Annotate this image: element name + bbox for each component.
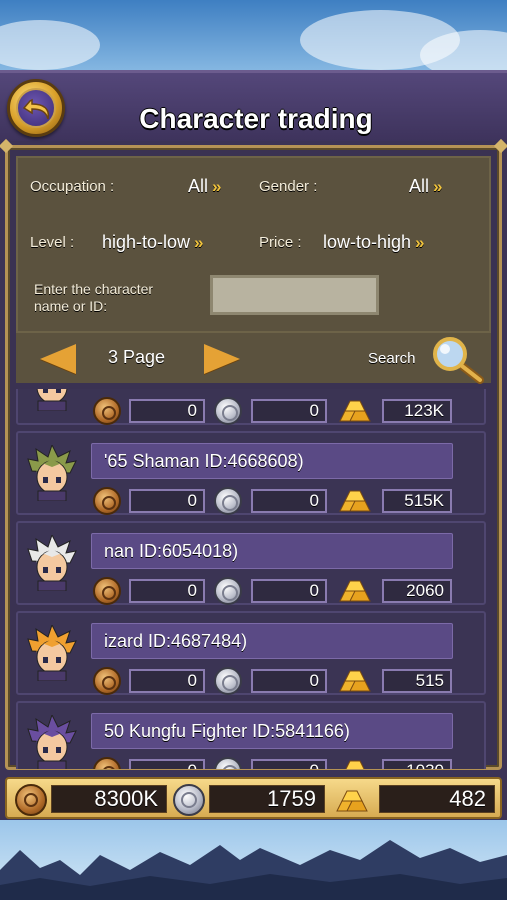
gender-filter[interactable]: All» (409, 176, 443, 197)
character-name: 50 Kungfu Fighter ID:5841166) (91, 713, 453, 749)
copper-coin-icon (93, 397, 121, 425)
prev-page-arrow-icon[interactable] (40, 344, 76, 374)
copper-coin-icon (93, 577, 121, 605)
price-filter[interactable]: low-to-high» (323, 232, 425, 253)
gold-bars-icon (336, 790, 368, 812)
gold-bars-icon (339, 400, 371, 422)
silver-price: 0 (251, 399, 327, 423)
listing-row[interactable]: 50 Kungfu Fighter ID:5841166) 0 0 1030 (16, 701, 486, 769)
level-filter[interactable]: high-to-low» (102, 232, 204, 253)
silver-coin-icon (214, 667, 242, 695)
character-name: '65 Shaman ID:4668608) (91, 443, 453, 479)
price-value: low-to-high (323, 232, 412, 252)
listing-row[interactable]: nan ID:6054018) 0 0 2060 (16, 521, 486, 605)
chevron-right-icon: » (433, 177, 443, 196)
gender-value: All (409, 176, 430, 196)
silver-coin-icon (214, 487, 242, 515)
chevron-right-icon: » (194, 233, 204, 252)
filter-section: Occupation : All» Gender : All» Level : … (16, 156, 491, 333)
gold-price: 1030 (382, 759, 452, 769)
gold-bars-icon (339, 580, 371, 602)
level-value: high-to-low (102, 232, 191, 252)
silver-coin-icon (214, 757, 242, 769)
purple-hair-avatar (36, 389, 68, 411)
chevron-right-icon: » (212, 177, 222, 196)
copper-price: 0 (129, 669, 205, 693)
magnifier-icon[interactable] (428, 336, 490, 384)
trading-panel: Occupation : All» Gender : All» Level : … (5, 145, 502, 770)
copper-price: 0 (129, 489, 205, 513)
silver-coin-icon (214, 577, 242, 605)
occupation-filter[interactable]: All» (188, 176, 222, 197)
currency-bar: 8300K 1759 482 (5, 777, 502, 819)
listing-row[interactable]: 0 0 123K (16, 389, 486, 425)
silver-balance: 1759 (209, 785, 325, 813)
copper-coin-icon (93, 667, 121, 695)
header-bar: Character trading (0, 73, 507, 141)
character-name: nan ID:6054018) (91, 533, 453, 569)
search-input[interactable] (210, 275, 379, 315)
gold-price: 515K (382, 489, 452, 513)
listing-row[interactable]: '65 Shaman ID:4668608) 0 0 515K (16, 431, 486, 515)
gold-price: 515 (382, 669, 452, 693)
copper-price: 0 (129, 579, 205, 603)
search-field-label: Enter the character name or ID: (34, 281, 154, 314)
next-page-arrow-icon[interactable] (204, 344, 240, 374)
page-number: 3 Page (108, 347, 166, 367)
gold-price: 123K (382, 399, 452, 423)
sky-background (0, 0, 507, 72)
silver-coin-icon (214, 397, 242, 425)
occupation-value: All (188, 176, 209, 196)
silver-price: 0 (251, 579, 327, 603)
gold-bars-icon (339, 670, 371, 692)
gender-label: Gender : (259, 178, 318, 195)
orange-hair-avatar (27, 625, 77, 681)
purple-hair-avatar (27, 715, 77, 769)
white-hair-avatar (27, 535, 77, 591)
listing-list[interactable]: 0 0 123K '65 Shaman ID:4668608) 0 0 515K nan ID… (16, 389, 491, 769)
silver-price: 0 (251, 759, 327, 769)
silver-price: 0 (251, 489, 327, 513)
gold-bars-icon (345, 760, 365, 769)
level-label: Level : (30, 234, 75, 251)
chevron-right-icon: » (415, 233, 425, 252)
listing-row[interactable]: izard ID:4687484) 0 0 515 (16, 611, 486, 695)
copper-coin-icon (15, 784, 47, 816)
copper-coin-icon (93, 487, 121, 515)
green-hair-avatar (27, 445, 77, 501)
occupation-label: Occupation : (30, 178, 115, 195)
copper-coin-icon (93, 757, 121, 769)
gold-bars-icon (339, 490, 371, 512)
copper-balance: 8300K (51, 785, 167, 813)
copper-price: 0 (129, 399, 205, 423)
page-title: Character trading (139, 103, 373, 134)
gold-price: 2060 (382, 579, 452, 603)
character-name: izard ID:4687484) (91, 623, 453, 659)
gold-balance: 482 (379, 785, 495, 813)
copper-price: 0 (129, 759, 205, 769)
search-button-label[interactable]: Search (368, 350, 416, 367)
silver-price: 0 (251, 669, 327, 693)
town-scenery (0, 820, 507, 900)
trading-window: Character trading Occupation : All» Gend… (0, 70, 507, 828)
pagination-bar: 3 Page Search (16, 333, 491, 384)
price-label: Price : (259, 234, 302, 251)
silver-coin-icon (173, 784, 205, 816)
